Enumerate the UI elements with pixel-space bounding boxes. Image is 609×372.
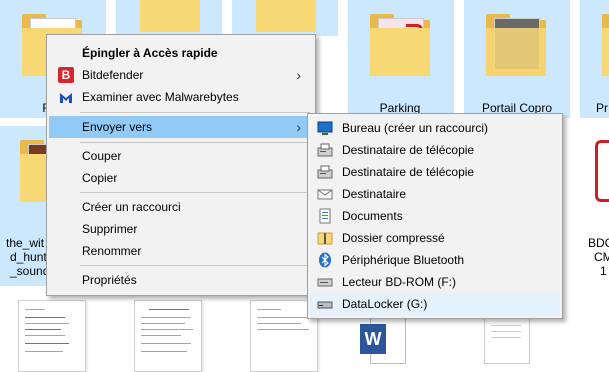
send-to-documents[interactable]: Documents <box>310 205 560 227</box>
send-to-datalocker[interactable]: DataLocker (G:) <box>310 293 560 315</box>
menu-item-send-to[interactable]: Envoyer vers › <box>49 116 313 138</box>
menu-item-rename[interactable]: Renommer <box>49 240 313 262</box>
word-document-icon[interactable]: W <box>360 318 406 364</box>
optical-drive-icon <box>317 274 333 290</box>
pdf-file-icon[interactable] <box>595 140 609 202</box>
send-to-bd-rom[interactable]: Lecteur BD-ROM (F:) <box>310 271 560 293</box>
menu-separator <box>80 192 310 193</box>
menu-separator <box>80 265 310 266</box>
file-label-line: CM <box>594 250 609 264</box>
menu-separator <box>80 142 310 143</box>
folder-portail-icon[interactable] <box>486 14 546 76</box>
menu-item-copy[interactable]: Copier <box>49 167 313 189</box>
usb-drive-icon <box>317 296 333 312</box>
fax-icon <box>317 164 333 180</box>
send-to-mail-recipient[interactable]: Destinataire <box>310 183 560 205</box>
send-to-bluetooth[interactable]: Périphérique Bluetooth <box>310 249 560 271</box>
document-thumbnail[interactable] <box>18 300 86 372</box>
folder-parking-icon[interactable] <box>370 14 430 76</box>
menu-item-pin-quick-access[interactable]: Épingler à Accès rapide <box>49 42 313 64</box>
folder-icon[interactable] <box>140 0 200 32</box>
zip-folder-icon <box>317 230 333 246</box>
desktop-icon <box>317 120 333 136</box>
chevron-right-icon: › <box>296 67 301 83</box>
send-to-compressed-folder[interactable]: Dossier compressé <box>310 227 560 249</box>
send-to-fax-2[interactable]: Destinataire de télécopie <box>310 161 560 183</box>
menu-item-create-shortcut[interactable]: Créer un raccourci <box>49 196 313 218</box>
malwarebytes-icon <box>58 89 74 105</box>
chevron-right-icon: › <box>296 119 301 135</box>
menu-item-malwarebytes[interactable]: Examiner avec Malwarebytes <box>49 86 313 108</box>
menu-separator <box>80 112 310 113</box>
documents-icon <box>317 208 333 224</box>
bluetooth-icon <box>317 252 333 268</box>
menu-item-delete[interactable]: Supprimer <box>49 218 313 240</box>
file-icon[interactable] <box>484 316 530 364</box>
document-thumbnail[interactable] <box>134 300 202 372</box>
context-menu: Épingler à Accès rapide B Bitdefender › … <box>46 34 316 296</box>
menu-item-bitdefender[interactable]: B Bitdefender › <box>49 64 313 86</box>
fax-icon <box>317 142 333 158</box>
file-label-line: 1 <box>600 264 607 278</box>
send-to-desktop[interactable]: Bureau (créer un raccourci) <box>310 117 560 139</box>
menu-item-properties[interactable]: Propriétés <box>49 269 313 291</box>
file-label-line: BDC <box>588 236 609 250</box>
folder-icon[interactable] <box>602 14 609 76</box>
mail-recipient-icon <box>317 186 333 202</box>
bitdefender-icon: B <box>58 67 74 83</box>
folder-icon[interactable] <box>256 0 316 32</box>
send-to-submenu: Bureau (créer un raccourci) Destinataire… <box>307 113 563 319</box>
file-label: Pr <box>596 101 608 115</box>
menu-item-cut[interactable]: Couper <box>49 145 313 167</box>
send-to-fax-1[interactable]: Destinataire de télécopie <box>310 139 560 161</box>
